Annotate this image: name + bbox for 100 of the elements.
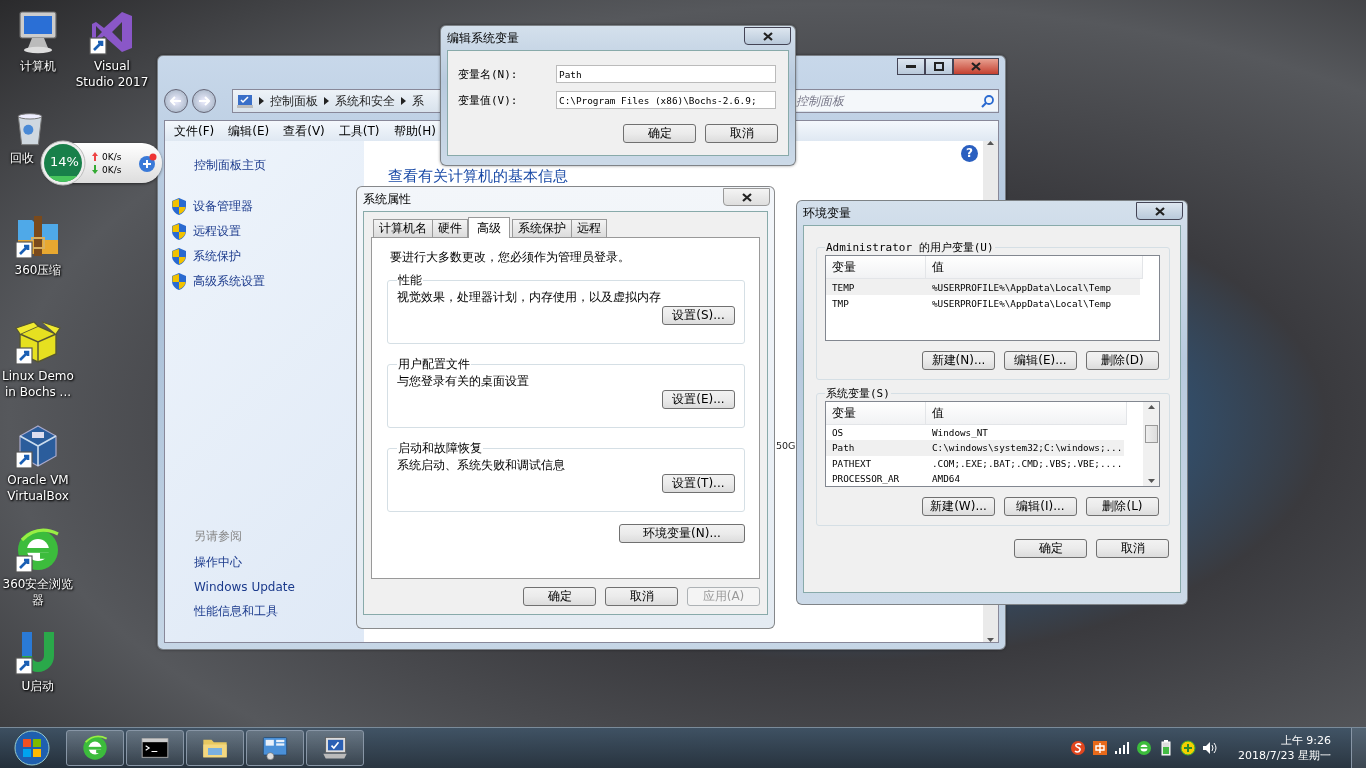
s-logo-icon[interactable]: [1070, 740, 1087, 756]
back-button[interactable]: [164, 89, 188, 113]
taskbar-button[interactable]: [186, 730, 244, 766]
input-field[interactable]: Path: [556, 65, 776, 83]
close-icon: [1154, 206, 1165, 216]
task-link[interactable]: 系统保护: [193, 248, 241, 265]
forward-button[interactable]: [192, 89, 216, 113]
shortcut-label: U启动: [21, 678, 55, 694]
shortcut-label: Visual Studio 2017: [74, 58, 150, 90]
group-title: 系统变量(S): [825, 386, 891, 401]
list-row[interactable]: Path C:\windows\system32;C:\windows;...: [826, 440, 1124, 456]
help-button[interactable]: ?: [961, 145, 978, 162]
ime-icon[interactable]: [1092, 740, 1109, 756]
breadcrumb-item[interactable]: 系: [412, 92, 424, 110]
button[interactable]: 确定: [1014, 539, 1087, 558]
minimize-button[interactable]: [897, 58, 925, 75]
button[interactable]: 编辑(I)...: [1004, 497, 1077, 516]
breadcrumb-item[interactable]: 控制面板: [270, 92, 318, 110]
variable-value: C:\windows\system32;C:\windows;...: [931, 442, 1124, 454]
search-icon: [981, 94, 994, 108]
variable-name: PROCESSOR_AR: [831, 472, 901, 484]
variable-value: %USERPROFILE%\AppData\Local\Temp: [931, 297, 1113, 309]
desktop-shortcut[interactable]: Oracle VM VirtualBox: [0, 422, 76, 504]
shortcut-label: 360安全浏览器: [1, 576, 75, 608]
close-button[interactable]: [723, 188, 770, 206]
button[interactable]: 新建(W)...: [922, 497, 995, 516]
variable-value: Windows_NT: [931, 427, 989, 439]
button[interactable]: 删除(L): [1086, 497, 1159, 516]
taskbar-button[interactable]: [126, 730, 184, 766]
tab[interactable]: 硬件: [432, 219, 468, 237]
button[interactable]: 设置(E)...: [662, 390, 735, 409]
taskbar-button[interactable]: [246, 730, 304, 766]
speaker-icon[interactable]: [1202, 740, 1219, 756]
list-row[interactable]: TEMP %USERPROFILE%\AppData\Local\Temp: [826, 279, 1140, 295]
group-description: 系统启动、系统失败和调试信息: [397, 457, 566, 474]
list-row[interactable]: PATHEXT .COM;.EXE;.BAT;.CMD;.VBS;.VBE;....: [826, 455, 1124, 471]
add-button-icon: [138, 153, 158, 173]
desktop-shortcut[interactable]: U启动: [0, 628, 76, 694]
taskbar-button[interactable]: [306, 730, 364, 766]
section-title: 另请参阅: [194, 528, 243, 545]
scrollbar[interactable]: [1143, 402, 1159, 486]
signal-bars-icon[interactable]: [1114, 740, 1131, 756]
input-field[interactable]: C:\Program Files (x86)\Bochs-2.6.9;: [556, 91, 776, 109]
close-button[interactable]: [1136, 202, 1183, 220]
button[interactable]: 确定: [523, 587, 596, 606]
column-header[interactable]: 变量: [826, 402, 926, 425]
desktop-shortcut[interactable]: 360压缩: [0, 212, 76, 278]
e-logo-icon[interactable]: [1136, 740, 1153, 756]
close-button[interactable]: [953, 58, 999, 75]
down-arrow-icon: [987, 638, 994, 642]
button[interactable]: 环境变量(N)...: [619, 524, 745, 543]
up-arrow-icon: [987, 141, 994, 145]
button[interactable]: 确定: [623, 124, 696, 143]
close-button[interactable]: [744, 27, 791, 45]
button[interactable]: 取消: [605, 587, 678, 606]
desktop-shortcut[interactable]: 360安全浏览器: [0, 526, 76, 608]
task-link[interactable]: 远程设置: [193, 223, 241, 240]
button[interactable]: 设置(T)...: [662, 474, 735, 493]
menu-item[interactable]: 文件(F): [174, 122, 215, 140]
taskbar-button[interactable]: [66, 730, 124, 766]
list-row[interactable]: TMP %USERPROFILE%\AppData\Local\Temp: [826, 295, 1140, 311]
control-panel-icon: [261, 734, 289, 762]
windows-logo-icon: [12, 729, 52, 767]
button[interactable]: 取消: [705, 124, 778, 143]
tab[interactable]: 高级: [468, 217, 510, 238]
list-row[interactable]: OS Windows_NT: [826, 425, 1124, 441]
maximize-button[interactable]: [925, 58, 953, 75]
tab[interactable]: 远程: [571, 219, 607, 237]
page-heading: 查看有关计算机的基本信息: [388, 167, 569, 186]
breadcrumb-item[interactable]: 系统和安全: [335, 92, 395, 110]
button[interactable]: 取消: [1096, 539, 1169, 558]
variable-value: .COM;.EXE;.BAT;.CMD;.VBS;.VBE;....: [931, 457, 1124, 469]
button[interactable]: 新建(N)...: [922, 351, 995, 370]
column-header[interactable]: 值: [926, 402, 1127, 425]
up-arrow-icon: [1147, 405, 1155, 409]
task-link[interactable]: 设备管理器: [193, 198, 253, 215]
tab[interactable]: 系统保护: [512, 219, 572, 237]
menu-item[interactable]: 帮助(H): [393, 122, 436, 140]
plus-circle-icon[interactable]: [1180, 740, 1197, 756]
shortcut-label: Linux Demo in Bochs ...: [1, 368, 75, 400]
desktop-shortcut[interactable]: Linux Demo in Bochs ...: [0, 318, 76, 400]
desktop-shortcut[interactable]: 计算机: [0, 8, 76, 74]
tab[interactable]: 计算机名: [373, 219, 433, 237]
menu-item[interactable]: 查看(V): [283, 122, 325, 140]
button[interactable]: 设置(S)...: [662, 306, 735, 325]
desktop-shortcut[interactable]: Visual Studio 2017: [74, 8, 150, 90]
button[interactable]: 编辑(E)...: [1004, 351, 1077, 370]
dialog-title: 系统属性: [363, 190, 411, 208]
group-title: 启动和故障恢复: [397, 440, 483, 457]
menu-item[interactable]: 工具(T): [338, 122, 380, 140]
show-desktop-button[interactable]: [1351, 728, 1366, 768]
list-row[interactable]: PROCESSOR_AR AMD64: [826, 470, 1124, 486]
back-arrow-icon: [170, 95, 182, 106]
task-link[interactable]: 高级系统设置: [193, 273, 265, 290]
scroll-thumb[interactable]: [1144, 425, 1158, 443]
caret-icon: [401, 97, 406, 105]
home-link[interactable]: 控制面板主页: [194, 157, 364, 174]
dialog-title: 编辑系统变量: [447, 29, 519, 47]
button[interactable]: 删除(D): [1086, 351, 1159, 370]
menu-item[interactable]: 编辑(E): [228, 122, 270, 140]
